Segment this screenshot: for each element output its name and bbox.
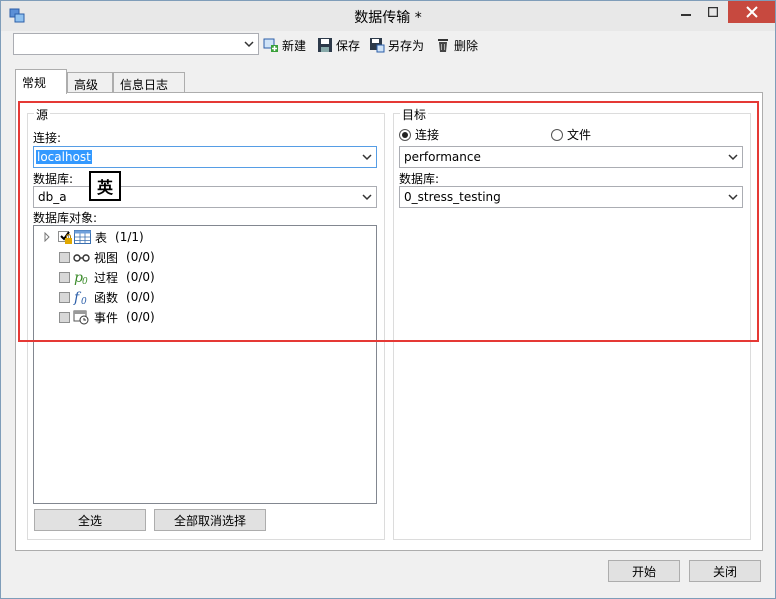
database-objects-label: 数据库对象: [33, 211, 98, 225]
trash-icon [438, 39, 448, 52]
source-database-value: db_a [38, 190, 67, 204]
new-label: 新建 [282, 38, 307, 53]
save-as-icon [370, 38, 385, 53]
expand-arrow-icon[interactable] [42, 232, 52, 242]
source-database-select[interactable]: db_a [33, 186, 377, 208]
save-as-button[interactable]: 另存为 [369, 36, 424, 54]
chevron-down-icon [244, 41, 254, 48]
deselect-all-button[interactable]: 全部取消选择 [154, 509, 266, 531]
tree-item-functions-label: 函数 [94, 290, 119, 305]
select-all-button[interactable]: 全选 [34, 509, 146, 531]
minimize-button[interactable] [671, 1, 701, 23]
source-connection-select[interactable]: localhost [33, 146, 377, 168]
tree-item-functions[interactable]: f0 函数 (0/0) [59, 288, 155, 306]
title-bar[interactable]: 数据传输 * [1, 1, 775, 31]
tree-item-procedures[interactable]: p0 过程 (0/0) [59, 268, 155, 286]
close-icon [745, 6, 758, 18]
file-radio[interactable] [551, 128, 563, 141]
procedures-checkbox[interactable] [59, 271, 70, 283]
data-transfer-window: 数据传输 * 新建 保存 另存为 删除 常规 高级 信息日志 源 连接: loc… [0, 0, 776, 599]
target-connection-select[interactable]: performance [399, 146, 743, 168]
tab-advanced-label: 高级 [74, 78, 99, 92]
tree-item-views-label: 视图 [94, 250, 119, 265]
tree-item-tables[interactable]: 表 (1/1) [42, 228, 144, 246]
function-icon: f0 [73, 290, 87, 305]
close-label: 关闭 [712, 564, 737, 579]
tab-advanced[interactable]: 高级 [67, 72, 113, 93]
tree-item-tables-count: (1/1) [115, 230, 144, 244]
events-checkbox[interactable] [59, 311, 70, 323]
profile-select[interactable] [13, 33, 259, 55]
tree-item-procedures-label: 过程 [94, 270, 119, 285]
tree-item-events[interactable]: 事件 (0/0) [59, 308, 155, 326]
event-icon [73, 310, 89, 325]
target-database-select[interactable]: 0_stress_testing [399, 186, 743, 208]
tab-info-log-label: 信息日志 [120, 78, 169, 92]
tab-info-log[interactable]: 信息日志 [113, 72, 185, 93]
chevron-down-icon [728, 194, 738, 201]
ime-indicator: 英 [89, 171, 121, 201]
delete-label: 删除 [454, 38, 479, 53]
view-icon [73, 254, 90, 262]
maximize-button[interactable] [698, 1, 728, 23]
tree-item-events-label: 事件 [94, 310, 119, 325]
tree-item-functions-count: (0/0) [126, 290, 155, 304]
close-window-button[interactable] [728, 1, 775, 23]
target-database-label: 数据库: [399, 172, 440, 186]
tree-item-views[interactable]: 视图 (0/0) [59, 248, 155, 266]
database-objects-tree[interactable]: 表 (1/1) 视图 (0/0) p0 过程 (0/0) f0 函数 (0/0)… [33, 225, 377, 504]
select-all-label: 全选 [77, 513, 102, 528]
close-button[interactable]: 关闭 [689, 560, 761, 582]
minimize-icon [681, 14, 691, 16]
tab-general[interactable]: 常规 [15, 69, 67, 94]
table-icon [74, 230, 91, 244]
start-button[interactable]: 开始 [608, 560, 680, 582]
target-group-label: 目标 [400, 106, 429, 123]
target-group: 目标 [393, 106, 751, 540]
save-as-label: 另存为 [388, 38, 425, 53]
source-group-label: 源 [34, 106, 51, 123]
source-connection-label: 连接: [33, 131, 62, 145]
start-label: 开始 [631, 564, 656, 579]
chevron-down-icon [362, 194, 372, 201]
svg-text:0: 0 [82, 277, 88, 285]
window-title: 数据传输 * [354, 10, 422, 26]
svg-text:0: 0 [81, 297, 87, 305]
delete-button[interactable]: 删除 [435, 36, 478, 54]
save-button[interactable]: 保存 [317, 36, 360, 54]
target-radio-file[interactable]: 文件 [551, 126, 591, 143]
save-label: 保存 [336, 38, 361, 53]
tree-item-events-count: (0/0) [126, 310, 155, 324]
tables-checkbox[interactable] [58, 230, 74, 244]
maximize-icon [708, 7, 718, 17]
tree-item-views-count: (0/0) [126, 250, 155, 264]
tree-item-procedures-count: (0/0) [126, 270, 155, 284]
new-icon [263, 38, 278, 52]
target-database-value: 0_stress_testing [404, 190, 501, 204]
lock-icon [65, 234, 72, 244]
source-connection-value: localhost [36, 150, 92, 164]
chevron-down-icon [362, 154, 372, 161]
chevron-down-icon [728, 154, 738, 161]
target-radio-file-label: 文件 [567, 128, 592, 142]
target-radio-connection[interactable]: 连接 [399, 126, 439, 143]
target-connection-value: performance [404, 150, 481, 164]
target-radio-connection-label: 连接 [415, 128, 440, 142]
deselect-all-label: 全部取消选择 [173, 513, 246, 528]
functions-checkbox[interactable] [59, 291, 70, 303]
save-icon [318, 38, 332, 52]
views-checkbox[interactable] [59, 251, 70, 263]
tab-general-label: 常规 [22, 76, 47, 90]
procedure-icon: p0 [74, 270, 88, 285]
tree-item-tables-label: 表 [95, 230, 108, 245]
source-database-label: 数据库: [33, 172, 74, 186]
toolbar: 新建 保存 另存为 删除 [13, 33, 773, 57]
connection-radio[interactable] [399, 128, 411, 141]
new-button[interactable]: 新建 [263, 36, 306, 54]
